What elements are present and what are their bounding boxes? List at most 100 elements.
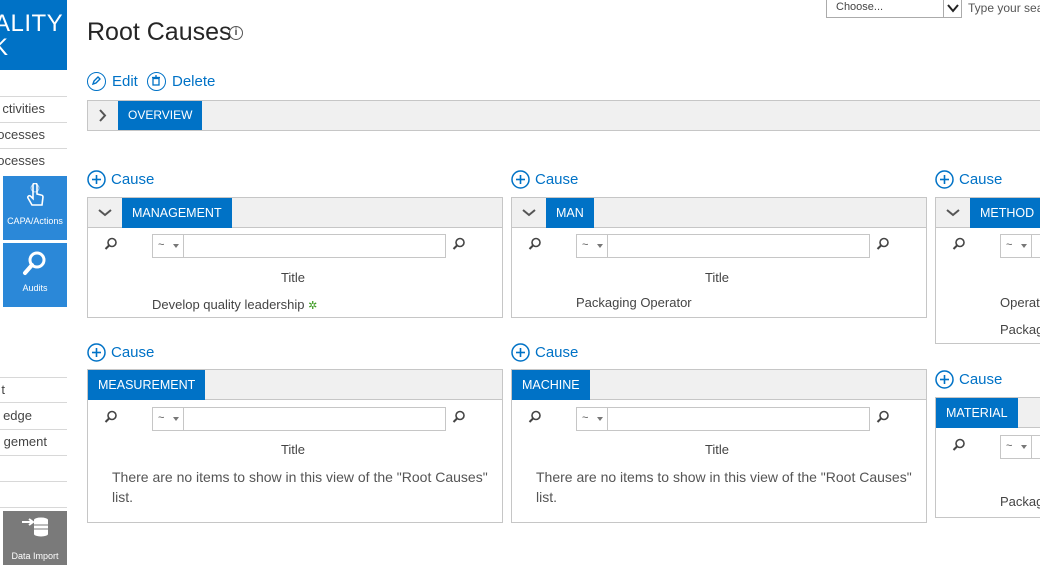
plus-circle-icon — [511, 170, 530, 189]
list-item-title[interactable]: Develop quality leadership — [152, 297, 304, 312]
list-item-title[interactable]: Packag — [1000, 322, 1040, 337]
info-icon[interactable]: i — [229, 26, 243, 40]
caret-down-icon — [1021, 244, 1027, 248]
nav-item-label: gement — [3, 434, 47, 449]
list-item-title[interactable]: Operat — [1000, 295, 1040, 310]
nav-item-knowledge[interactable]: edge — [0, 404, 67, 430]
caret-down-icon — [597, 244, 603, 248]
filter-input[interactable]: ~ — [576, 234, 870, 258]
search-icon[interactable] — [876, 237, 890, 251]
search-icon[interactable] — [452, 410, 466, 424]
site-logo[interactable]: ALITY K — [0, 0, 67, 70]
nav-item-processes-2[interactable]: ocesses — [0, 149, 67, 175]
filter-operator-value: ~ — [1006, 239, 1013, 251]
plus-circle-icon — [935, 170, 954, 189]
chevron-down-icon[interactable] — [943, 0, 961, 17]
overview-bar: OVERVIEW — [87, 100, 1040, 131]
filter-operator-value: ~ — [158, 239, 165, 251]
filter-operator-dropdown[interactable]: ~ — [153, 408, 184, 430]
tab-overview[interactable]: OVERVIEW — [118, 101, 203, 130]
search-input[interactable]: Type your sea — [962, 0, 1040, 18]
filter-input[interactable]: ~ — [152, 234, 446, 258]
category-tab[interactable]: MACHINE — [512, 370, 590, 400]
cause-panel-management: MANAGEMENT ~ Title Develop quality leade… — [87, 197, 503, 318]
filter-input[interactable]: ~ — [1000, 234, 1040, 258]
tile-label: CAPA/Actions — [7, 216, 63, 226]
filter-operator-dropdown[interactable]: ~ — [1001, 436, 1032, 458]
column-header-title[interactable]: Title — [152, 270, 434, 285]
nav-item-label: ocesses — [0, 153, 45, 168]
search-icon[interactable] — [104, 237, 118, 251]
column-header-title[interactable]: Title — [152, 442, 434, 457]
search-icon[interactable] — [528, 237, 542, 251]
site-logo-line2: K — [0, 34, 9, 61]
filter-operator-value: ~ — [1006, 440, 1013, 452]
add-cause-label: Cause — [535, 171, 579, 188]
category-tab[interactable]: MANAGEMENT — [122, 198, 232, 228]
chevron-down-icon[interactable] — [88, 198, 122, 227]
new-item-icon: ✲ — [308, 300, 318, 312]
caret-down-icon — [173, 244, 179, 248]
empty-list-message: There are no items to show in this view … — [536, 469, 912, 505]
list-item[interactable]: Develop quality leadership ✲ — [152, 297, 317, 312]
caret-down-icon — [597, 417, 603, 421]
category-tab[interactable]: MEASUREMENT — [88, 370, 206, 400]
cause-panel-material: MATERIAL ~ Packag — [935, 397, 1040, 518]
tile-label: Audits — [22, 283, 48, 293]
plus-circle-icon — [87, 170, 106, 189]
nav-item-management[interactable]: gement — [0, 430, 67, 456]
scope-dropdown-value: Choose... — [836, 1, 884, 13]
nav-item-t[interactable]: t — [0, 377, 67, 403]
delete-label: Delete — [172, 73, 216, 90]
cause-panel-man: MAN ~ Title Packaging Operator — [511, 197, 927, 318]
panel-header: MACHINE — [512, 370, 926, 400]
column-header-title[interactable]: Title — [576, 270, 858, 285]
panel-header: MEASUREMENT — [88, 370, 502, 400]
filter-operator-dropdown[interactable]: ~ — [1001, 235, 1032, 257]
search-icon[interactable] — [952, 237, 966, 251]
tile-label: Data Import — [11, 551, 59, 561]
filter-input[interactable]: ~ — [152, 407, 446, 431]
magnifier-icon — [3, 250, 67, 278]
filter-operator-dropdown[interactable]: ~ — [577, 235, 608, 257]
category-tab[interactable]: MATERIAL — [936, 398, 1018, 428]
trash-icon — [147, 72, 166, 91]
nav-item-activities[interactable]: ctivities — [0, 97, 67, 123]
nav-spacer — [0, 456, 67, 482]
tile-data-import[interactable]: Data Import — [3, 511, 67, 565]
search-icon[interactable] — [952, 438, 966, 452]
nav-item-processes-1[interactable]: ocesses — [0, 123, 67, 149]
nav-item-label: t — [1, 382, 5, 397]
filter-input[interactable]: ~ — [576, 407, 870, 431]
filter-operator-dropdown[interactable]: ~ — [577, 408, 608, 430]
filter-input[interactable]: ~ — [1000, 435, 1040, 459]
tile-audits[interactable]: Audits — [3, 243, 67, 307]
panel-header: MAN — [512, 198, 926, 228]
tile-capa-actions[interactable]: CAPA/Actions — [3, 176, 67, 240]
scope-dropdown[interactable]: Choose... — [826, 0, 962, 18]
hand-pointer-icon — [3, 182, 67, 211]
search-icon[interactable] — [876, 410, 890, 424]
nav-item-label: edge — [3, 408, 32, 423]
filter-operator-value: ~ — [158, 412, 165, 424]
site-logo-line1: ALITY — [0, 10, 64, 37]
search-placeholder: Type your sea — [968, 1, 1040, 15]
column-header-title[interactable]: Title — [576, 442, 858, 457]
search-icon[interactable] — [528, 410, 542, 424]
page-title: Root Causes — [87, 18, 232, 46]
chevron-down-icon[interactable] — [512, 198, 546, 227]
add-cause-label: Cause — [959, 171, 1003, 188]
chevron-down-icon[interactable] — [936, 198, 970, 227]
category-tab[interactable]: MAN — [546, 198, 594, 228]
add-cause-label: Cause — [111, 171, 155, 188]
plus-circle-icon — [87, 343, 106, 362]
chevron-right-icon[interactable] — [88, 101, 118, 130]
add-cause-label: Cause — [111, 344, 155, 361]
list-item-title[interactable]: Packag — [1000, 494, 1040, 509]
filter-operator-dropdown[interactable]: ~ — [153, 235, 184, 257]
category-tab[interactable]: METHOD — [970, 198, 1040, 228]
panel-header: METHOD — [936, 198, 1040, 228]
list-item-title[interactable]: Packaging Operator — [576, 295, 692, 310]
search-icon[interactable] — [452, 237, 466, 251]
search-icon[interactable] — [104, 410, 118, 424]
